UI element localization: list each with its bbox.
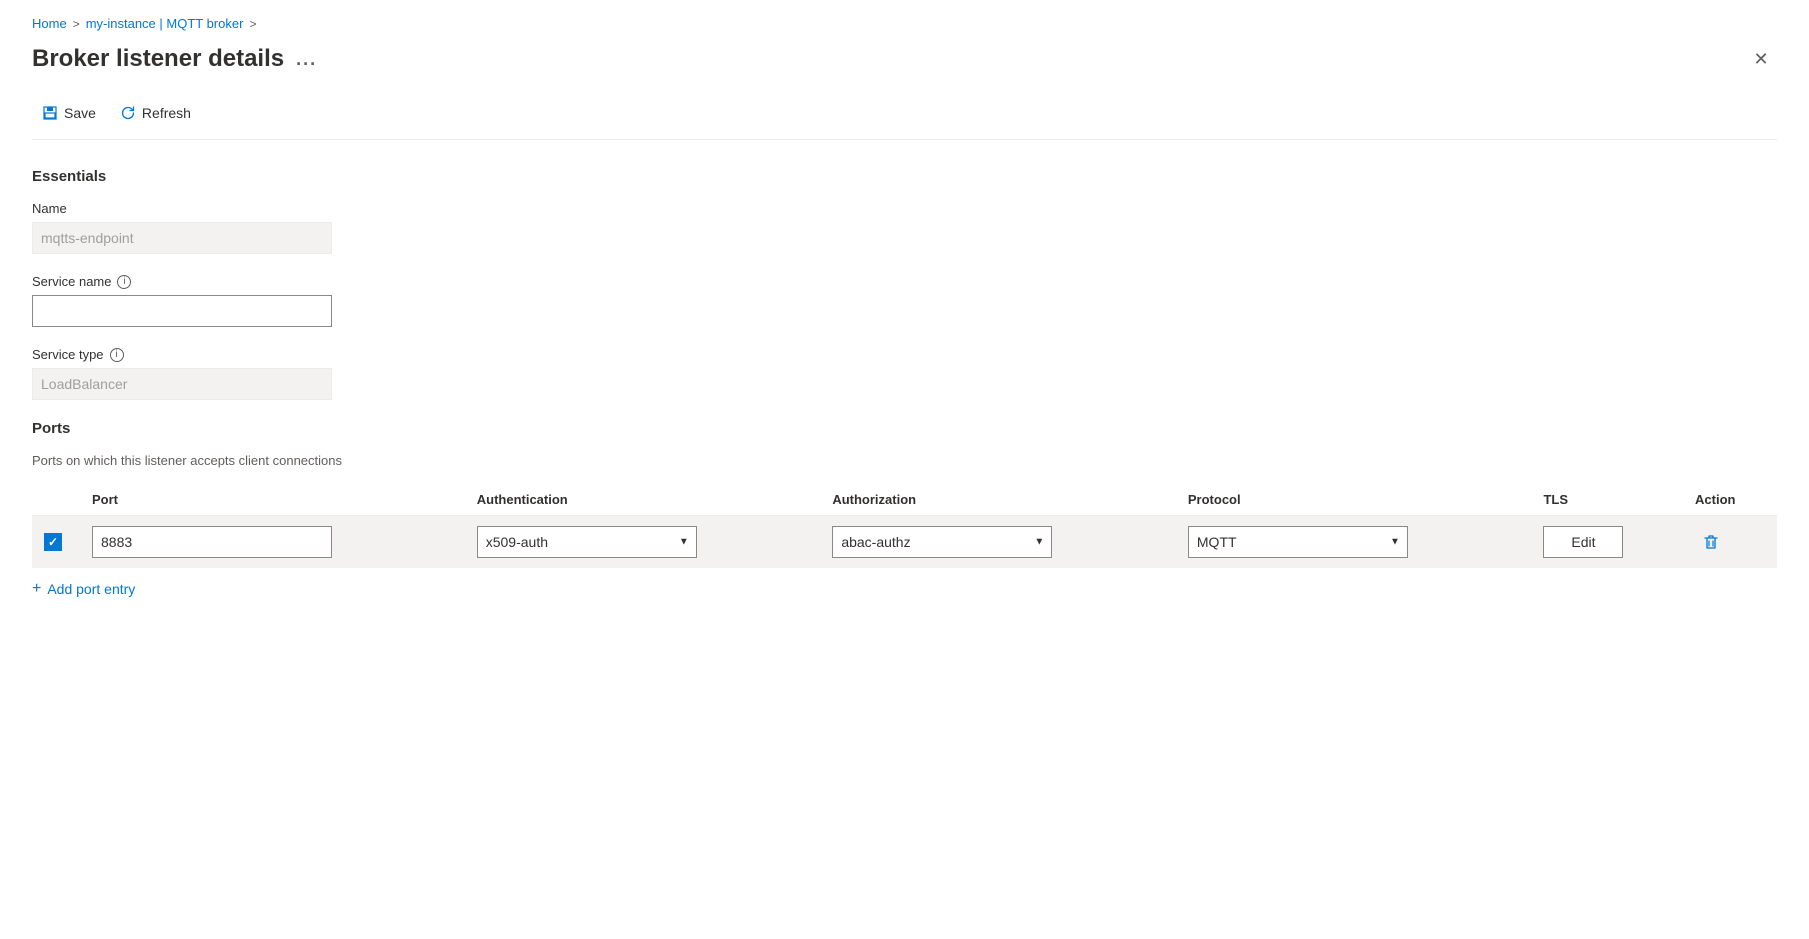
col-authorization: Authorization [820, 484, 1176, 516]
col-checkbox [32, 484, 80, 516]
toolbar: Save Refresh [32, 99, 1777, 140]
authentication-cell: x509-auth none ▼ [465, 516, 821, 569]
table-header-row: Port Authentication Authorization Protoc… [32, 484, 1777, 516]
name-label: Name [32, 201, 1777, 216]
breadcrumb-sep-1: > [73, 17, 80, 31]
add-port-button[interactable]: + Add port entry [32, 572, 135, 606]
authentication-select[interactable]: x509-auth none [477, 526, 697, 558]
close-icon: ✕ [1753, 49, 1768, 70]
action-cell [1683, 516, 1777, 569]
breadcrumb-home[interactable]: Home [32, 16, 67, 31]
protocol-dropdown-wrapper: MQTT WebSocket ▼ [1188, 526, 1408, 558]
row-checkbox[interactable] [44, 533, 62, 551]
service-type-info-icon[interactable]: i [110, 348, 124, 362]
protocol-select[interactable]: MQTT WebSocket [1188, 526, 1408, 558]
save-button[interactable]: Save [32, 99, 106, 127]
refresh-icon [120, 105, 136, 121]
breadcrumb: Home > my-instance | MQTT broker > [32, 16, 1777, 31]
panel-title-text: Broker listener details [32, 45, 284, 73]
broker-listener-panel: Home > my-instance | MQTT broker > Broke… [0, 0, 1809, 939]
essentials-section: Essentials Name Service name i Service t… [32, 168, 1777, 400]
trash-icon [1702, 533, 1720, 551]
tls-edit-button[interactable]: Edit [1543, 526, 1623, 558]
port-cell [80, 516, 465, 569]
table-row: x509-auth none ▼ abac-authz none [32, 516, 1777, 569]
delete-row-button[interactable] [1695, 526, 1727, 558]
essentials-title: Essentials [32, 168, 1777, 185]
name-group: Name [32, 201, 1777, 254]
authorization-select[interactable]: abac-authz none [832, 526, 1052, 558]
authentication-dropdown-wrapper: x509-auth none ▼ [477, 526, 697, 558]
service-type-group: Service type i [32, 347, 1777, 400]
service-name-info-icon[interactable]: i [117, 275, 131, 289]
row-checkbox-cell [32, 516, 80, 569]
service-type-input [32, 368, 332, 400]
authorization-dropdown-wrapper: abac-authz none ▼ [832, 526, 1052, 558]
service-name-group: Service name i [32, 274, 1777, 327]
panel-title: Broker listener details ... [32, 45, 317, 73]
name-input [32, 222, 332, 254]
col-protocol: Protocol [1176, 484, 1532, 516]
breadcrumb-instance[interactable]: my-instance | MQTT broker [86, 16, 244, 31]
ports-table: Port Authentication Authorization Protoc… [32, 484, 1777, 568]
service-name-label: Service name i [32, 274, 1777, 289]
breadcrumb-sep-2: > [249, 17, 256, 31]
add-icon: + [32, 580, 41, 598]
col-action: Action [1683, 484, 1777, 516]
tls-edit-label: Edit [1571, 534, 1595, 550]
service-type-label: Service type i [32, 347, 1777, 362]
ports-subtitle: Ports on which this listener accepts cli… [32, 453, 1777, 468]
close-button[interactable]: ✕ [1745, 43, 1777, 75]
protocol-cell: MQTT WebSocket ▼ [1176, 516, 1532, 569]
add-port-label: Add port entry [47, 581, 135, 597]
save-label: Save [64, 105, 96, 121]
ports-section: Ports Ports on which this listener accep… [32, 420, 1777, 606]
refresh-label: Refresh [142, 105, 191, 121]
panel-header: Broker listener details ... ✕ [32, 43, 1777, 75]
col-tls: TLS [1531, 484, 1683, 516]
service-name-input[interactable] [32, 295, 332, 327]
save-icon [42, 105, 58, 121]
port-input[interactable] [92, 526, 332, 558]
tls-cell: Edit [1531, 516, 1683, 569]
col-authentication: Authentication [465, 484, 821, 516]
more-options-button[interactable]: ... [296, 49, 317, 70]
authorization-cell: abac-authz none ▼ [820, 516, 1176, 569]
refresh-button[interactable]: Refresh [110, 99, 201, 127]
col-port: Port [80, 484, 465, 516]
ports-title: Ports [32, 420, 1777, 437]
